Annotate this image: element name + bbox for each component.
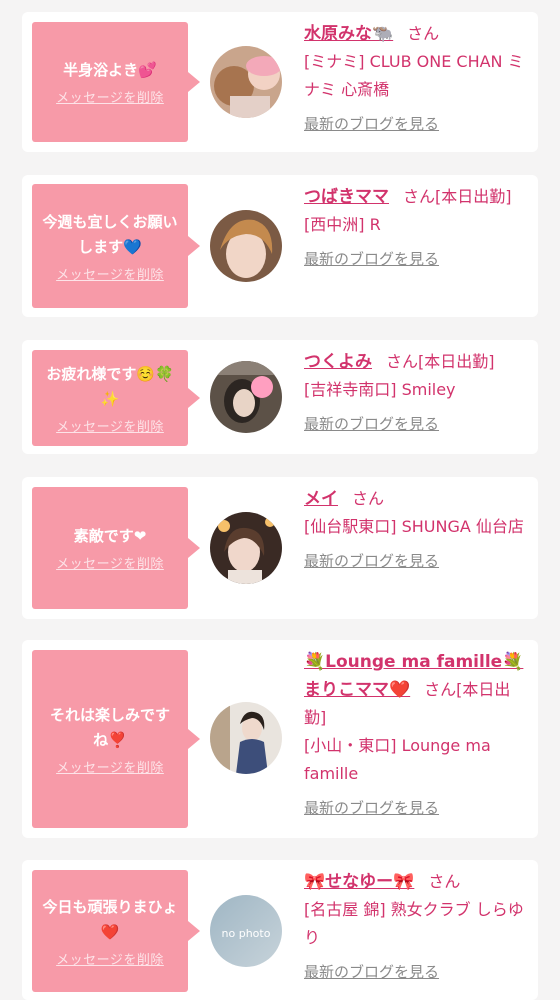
message-list: 半身浴よき💕 メッセージを削除 水原みな🐃 さん [ミナミ] CLUB ONE C…	[0, 0, 560, 1000]
sender-info: 🎀せなゆー🎀 さん [名古屋 錦] 熟女クラブ しらゆり 最新のブログを見る	[304, 868, 528, 986]
sender-name-link[interactable]: つばきママ	[304, 187, 389, 207]
shop-name: [名古屋 錦] 熟女クラブ しらゆり	[304, 900, 524, 947]
avatar[interactable]	[210, 702, 282, 774]
sender-name-link[interactable]: つくよみ	[304, 352, 372, 372]
message-bubble: 半身浴よき💕 メッセージを削除	[32, 22, 200, 142]
latest-blog-link[interactable]: 最新のブログを見る	[304, 110, 439, 138]
sender-name-link[interactable]: メイ	[304, 489, 338, 509]
avatar[interactable]	[210, 512, 282, 584]
shop-name: [小山・東口] Lounge ma famille	[304, 736, 491, 783]
message-text: 今週も宜しくお願いします💙	[42, 212, 178, 256]
sender-info: 水原みな🐃 さん [ミナミ] CLUB ONE CHAN ミナミ 心斎橋 最新のブ…	[304, 20, 528, 138]
sender-info: つくよみ さん[本日出勤] [吉祥寺南口] Smiley 最新のブログを見る	[304, 348, 528, 438]
avatar[interactable]	[210, 210, 282, 282]
message-text: 今日も頑張りまひょ❤️	[42, 897, 178, 941]
latest-blog-link[interactable]: 最新のブログを見る	[304, 794, 439, 822]
list-item: 素敵です❤ メッセージを削除 メイ さん [仙台駅東口] SHUNGA 仙台店 最…	[22, 477, 538, 619]
shop-name: [吉祥寺南口] Smiley	[304, 380, 456, 399]
message-bubble: 今日も頑張りまひょ❤️ メッセージを削除	[32, 870, 200, 992]
sender-name-link[interactable]: 水原みな🐃	[304, 24, 393, 44]
shop-name: [ミナミ] CLUB ONE CHAN ミナミ 心斎橋	[304, 52, 524, 99]
latest-blog-link[interactable]: 最新のブログを見る	[304, 547, 439, 575]
message-text: お疲れ様です☺️🍀✨	[46, 364, 174, 408]
latest-blog-link[interactable]: 最新のブログを見る	[304, 958, 439, 986]
avatar[interactable]	[210, 361, 282, 433]
honorific: さん	[407, 24, 440, 43]
message-bubble: 素敵です❤ メッセージを削除	[32, 487, 200, 609]
shop-name: [西中洲] R	[304, 215, 381, 234]
latest-blog-link[interactable]: 最新のブログを見る	[304, 245, 439, 273]
avatar[interactable]	[210, 46, 282, 118]
list-item: 今日も頑張りまひょ❤️ メッセージを削除 no photo 🎀せなゆー🎀 さん […	[22, 860, 538, 1000]
list-item: 今週も宜しくお願いします💙 メッセージを削除 つばきママ さん[本日出勤] [西中…	[22, 175, 538, 317]
delete-message-link[interactable]: メッセージを削除	[56, 416, 164, 435]
sender-info: メイ さん [仙台駅東口] SHUNGA 仙台店 最新のブログを見る	[304, 485, 528, 575]
list-item: それは楽しみですね❣️ メッセージを削除 💐Lounge ma famille💐…	[22, 640, 538, 838]
message-bubble: お疲れ様です☺️🍀✨ メッセージを削除	[32, 350, 200, 446]
sender-name-link[interactable]: 🎀せなゆー🎀	[304, 872, 414, 892]
honorific: さん	[428, 872, 461, 891]
avatar[interactable]: no photo	[210, 895, 282, 967]
delete-message-link[interactable]: メッセージを削除	[56, 757, 164, 776]
sender-name-prefix-link[interactable]: 💐Lounge ma famille💐	[304, 652, 523, 672]
delete-message-link[interactable]: メッセージを削除	[56, 87, 164, 106]
message-text: それは楽しみですね❣️	[49, 705, 170, 749]
list-item: お疲れ様です☺️🍀✨ メッセージを削除 つくよみ さん[本日出勤] [吉祥寺南口]…	[22, 340, 538, 454]
delete-message-link[interactable]: メッセージを削除	[56, 553, 164, 572]
shop-name: [仙台駅東口] SHUNGA 仙台店	[304, 517, 524, 536]
delete-message-link[interactable]: メッセージを削除	[56, 949, 164, 968]
sender-name-link[interactable]: まりこママ❤️	[304, 680, 410, 700]
delete-message-link[interactable]: メッセージを削除	[56, 264, 164, 283]
message-text: 半身浴よき💕	[63, 61, 157, 79]
message-text: 素敵です❤	[73, 527, 147, 545]
list-item: 半身浴よき💕 メッセージを削除 水原みな🐃 さん [ミナミ] CLUB ONE C…	[22, 12, 538, 152]
sender-info: つばきママ さん[本日出勤] [西中洲] R 最新のブログを見る	[304, 183, 528, 273]
honorific: さん	[352, 489, 385, 508]
honorific: さん[本日出勤]	[386, 352, 495, 371]
latest-blog-link[interactable]: 最新のブログを見る	[304, 410, 439, 438]
message-bubble: 今週も宜しくお願いします💙 メッセージを削除	[32, 184, 200, 308]
honorific: さん[本日出勤]	[403, 187, 512, 206]
no-photo-text: no photo	[222, 927, 271, 940]
sender-info: 💐Lounge ma famille💐 まりこママ❤️ さん[本日出勤] [小山・…	[304, 648, 528, 822]
message-bubble: それは楽しみですね❣️ メッセージを削除	[32, 650, 200, 828]
